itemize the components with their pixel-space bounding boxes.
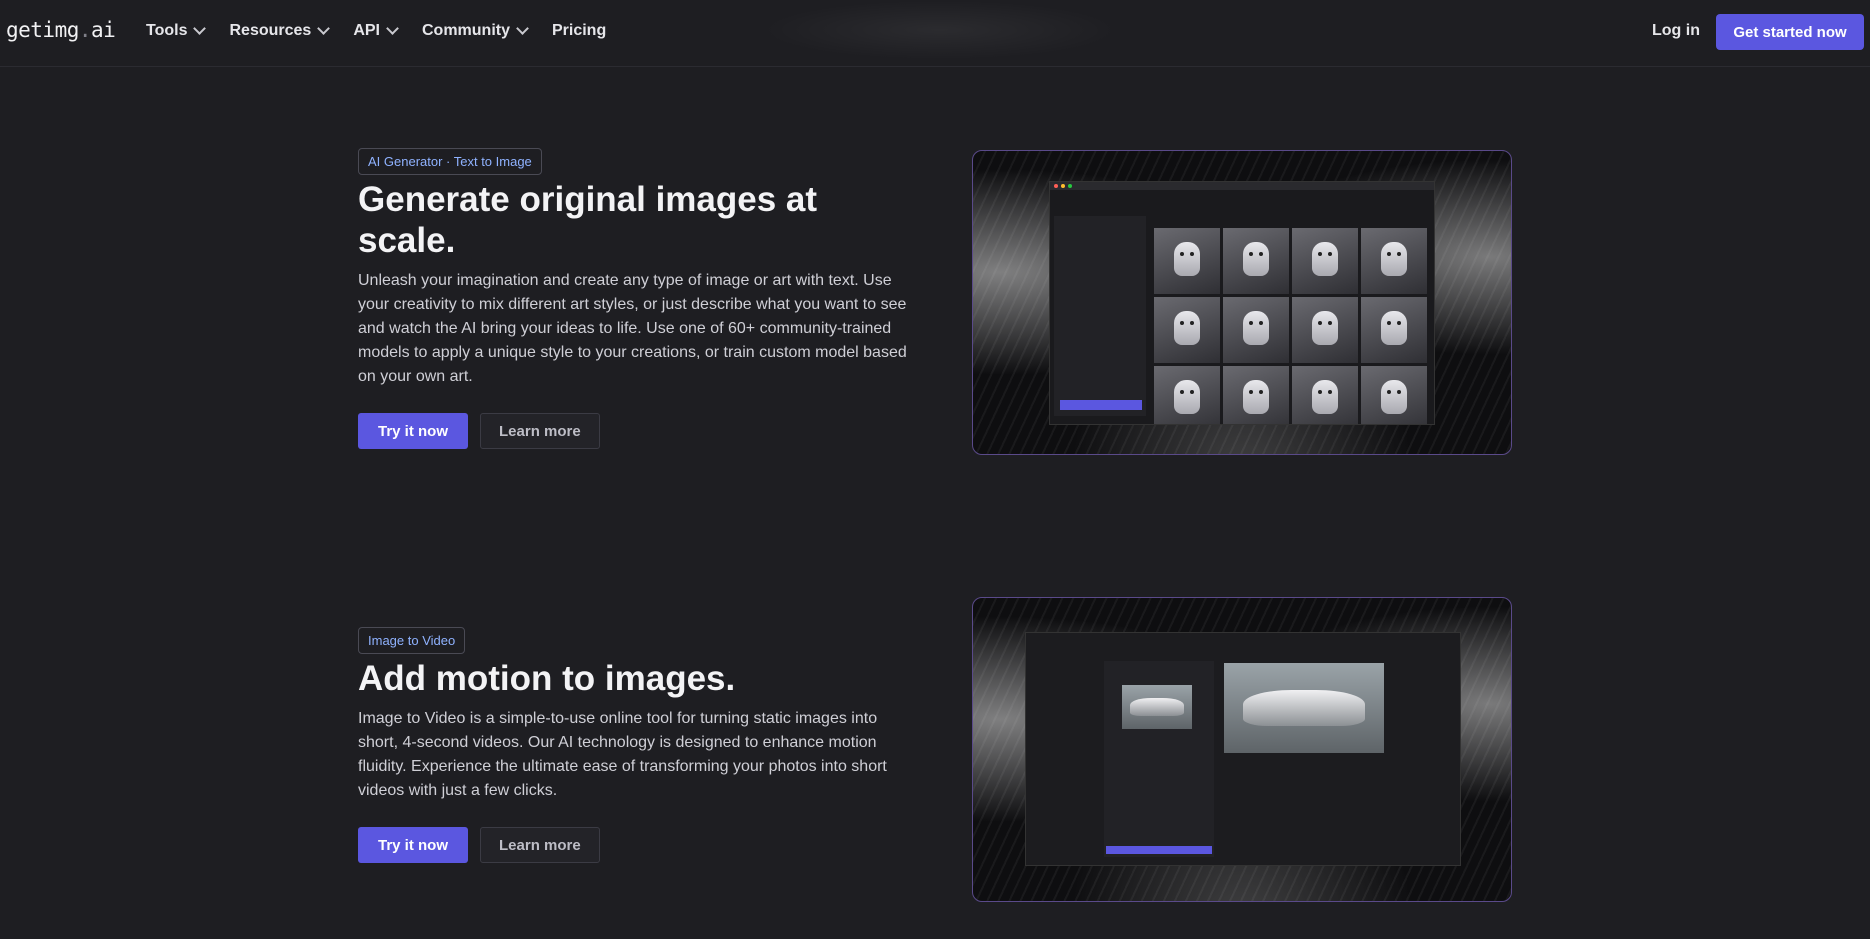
menu-label: Resources [229, 22, 312, 39]
chevron-down-icon [386, 22, 399, 35]
menu-label: Pricing [551, 22, 607, 39]
logo-text: getimg [6, 18, 79, 42]
generated-image [1292, 366, 1358, 424]
section-actions: Try it now Learn more [358, 827, 918, 863]
section-badge: Image to Video [358, 627, 466, 654]
image-to-video-section: Image to Video Add motion to images. Ima… [358, 627, 918, 863]
main-menu: Tools Resources API Community Pricing [146, 22, 631, 40]
generated-image [1154, 366, 1220, 424]
generate-button-thumb [1060, 400, 1142, 410]
menu-item-community[interactable]: Community [421, 22, 529, 40]
app-screenshot [1049, 181, 1435, 425]
section-title: Add motion to images. [358, 659, 736, 698]
get-started-button[interactable]: Get started now [1716, 14, 1864, 50]
settings-panel [1054, 216, 1146, 416]
logo-dot: . [78, 18, 92, 42]
logo-suffix: ai [91, 18, 116, 42]
generated-image [1154, 228, 1220, 294]
logo[interactable]: getimg.ai [6, 18, 116, 42]
menu-item-resources[interactable]: Resources [229, 22, 331, 40]
text-to-image-preview [972, 150, 1512, 455]
login-link[interactable]: Log in [1652, 22, 1700, 40]
chevron-down-icon [516, 22, 529, 35]
generated-image [1223, 228, 1289, 294]
try-it-now-button[interactable]: Try it now [358, 413, 469, 449]
chevron-down-icon [317, 22, 331, 35]
browser-bar [1050, 182, 1434, 190]
section-badge: AI Generator · Text to Image [358, 148, 542, 175]
section-actions: Try it now Learn more [358, 413, 918, 449]
nav-glow [760, 0, 1120, 60]
generated-image [1361, 366, 1427, 424]
generated-image [1223, 366, 1289, 424]
try-it-now-button[interactable]: Try it now [358, 827, 469, 863]
text-to-image-section: AI Generator · Text to Image Generate or… [358, 148, 918, 449]
generated-image [1361, 228, 1427, 294]
generated-image [1292, 228, 1358, 294]
learn-more-button[interactable]: Learn more [480, 827, 600, 863]
generated-image [1223, 297, 1289, 363]
menu-item-tools[interactable]: Tools [146, 22, 207, 40]
section-description: Image to Video is a simple-to-use online… [358, 710, 887, 799]
generated-image [1154, 297, 1220, 363]
menu-item-api[interactable]: API [353, 22, 399, 40]
top-navigation: getimg.ai Tools Resources API Community … [0, 0, 1870, 67]
menu-label: Community [421, 22, 510, 39]
chevron-down-icon [193, 22, 207, 35]
menu-label: API [353, 22, 380, 39]
menu-label: Tools [146, 22, 188, 39]
section-title: Generate original images at scale. [358, 180, 818, 260]
learn-more-button[interactable]: Learn more [480, 413, 600, 449]
image-grid [1154, 228, 1427, 424]
generated-image [1292, 297, 1358, 363]
menu-item-pricing[interactable]: Pricing [552, 22, 606, 40]
app-screenshot [1025, 632, 1461, 866]
section-description: Unleash your imagination and create any … [358, 272, 907, 385]
video-preview-thumb [1224, 663, 1384, 753]
generated-image [1361, 297, 1427, 363]
image-to-video-preview [972, 597, 1512, 902]
source-image-thumb [1122, 685, 1192, 729]
generate-video-button-thumb [1106, 846, 1212, 854]
